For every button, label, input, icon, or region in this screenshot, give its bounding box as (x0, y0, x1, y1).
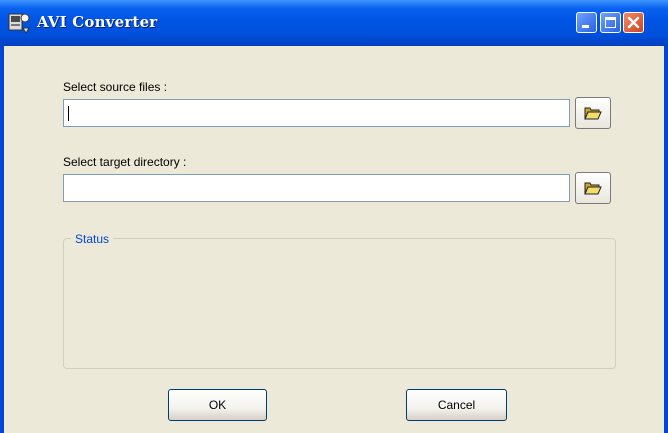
minimize-button[interactable] (576, 12, 597, 33)
folder-open-icon (584, 182, 602, 195)
ok-button[interactable]: OK (168, 389, 267, 421)
close-button[interactable] (623, 12, 644, 33)
source-files-label: Select source files : (63, 80, 168, 94)
source-files-input[interactable] (63, 99, 570, 127)
target-directory-label: Select target directory : (63, 155, 187, 169)
status-legend: Status (71, 232, 114, 246)
browse-target-button[interactable] (575, 172, 611, 204)
title-bar[interactable]: AVI Converter (0, 0, 668, 46)
browse-source-button[interactable] (575, 97, 611, 129)
avi-converter-window: AVI Converter Select source files : Sele… (0, 0, 668, 433)
maximize-button[interactable] (600, 12, 621, 33)
text-caret (68, 106, 69, 121)
cancel-button[interactable]: Cancel (406, 389, 507, 421)
window-border-right (664, 46, 668, 433)
maximize-icon (605, 17, 616, 28)
close-icon (627, 16, 640, 29)
folder-open-icon (584, 107, 602, 120)
window-border-left (0, 46, 4, 433)
converter-app-icon (8, 13, 30, 34)
target-directory-input[interactable] (63, 174, 570, 202)
status-group (63, 238, 616, 369)
window-title: AVI Converter (37, 13, 158, 31)
minimize-icon (582, 25, 589, 28)
